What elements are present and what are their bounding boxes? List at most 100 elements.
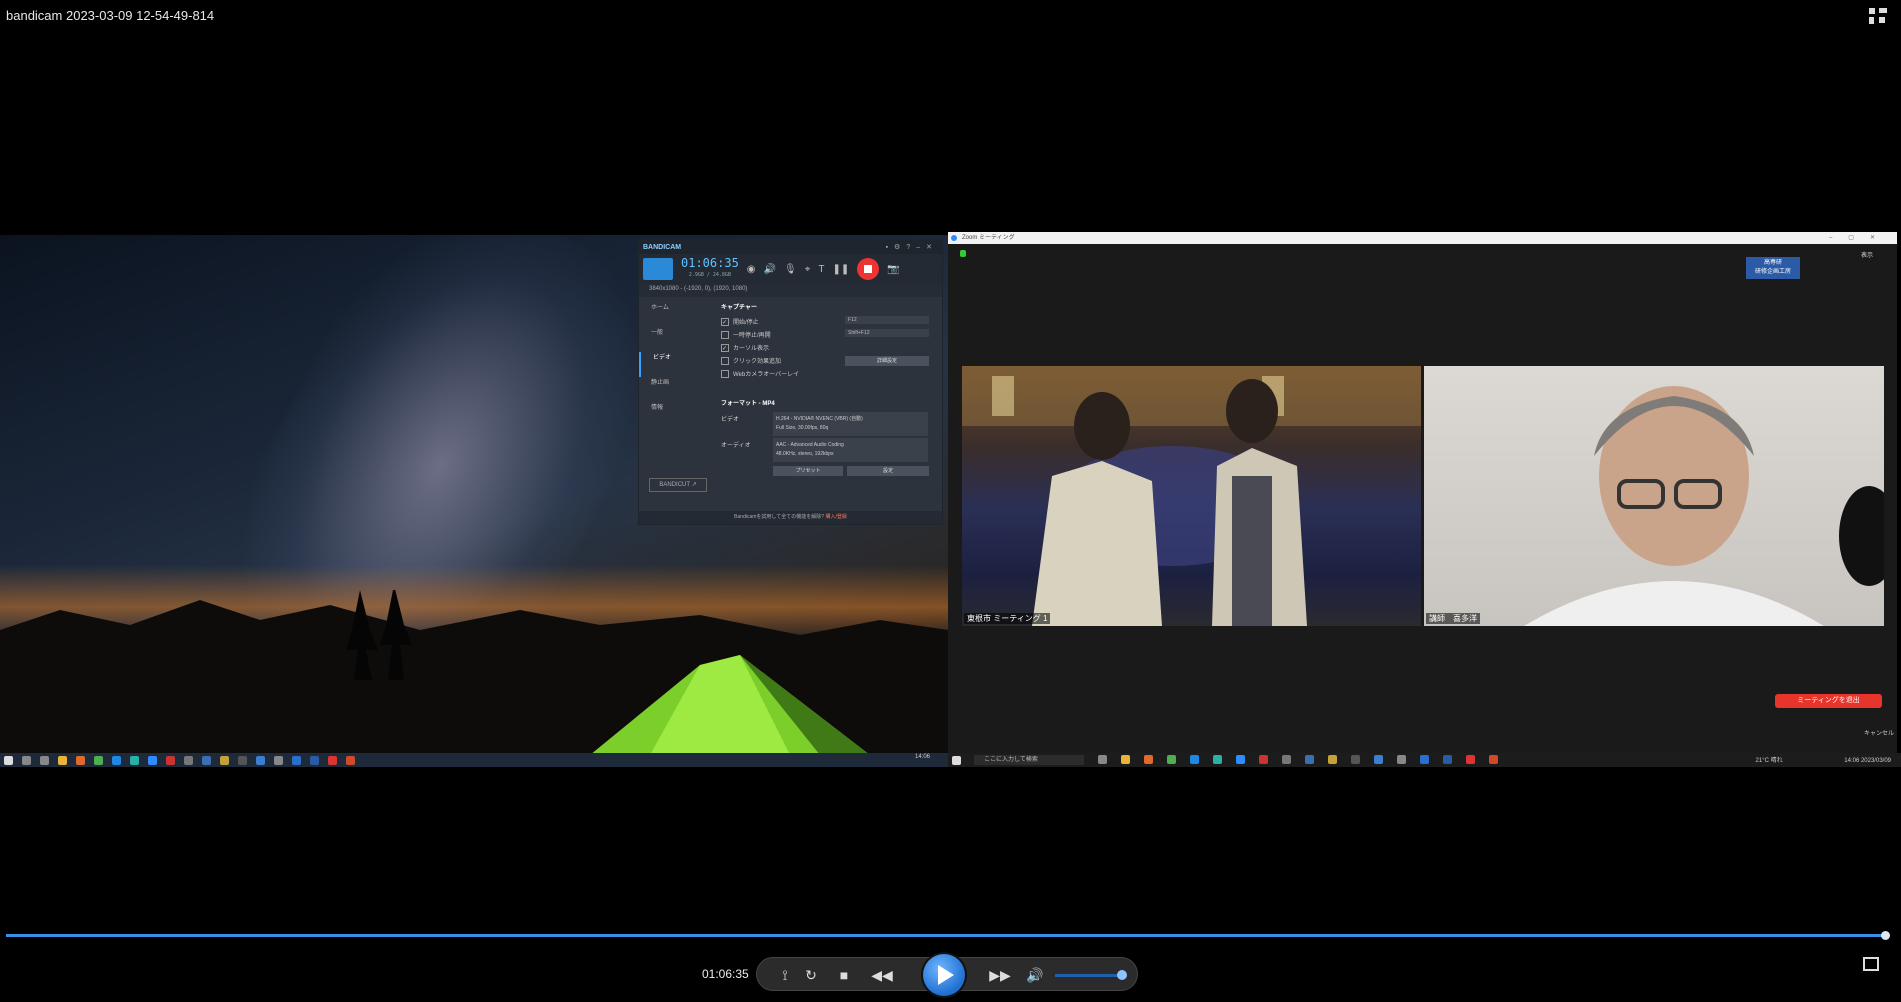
edge-icon[interactable] [130,755,139,765]
skype-icon[interactable] [1190,755,1199,764]
sidebar-item-video[interactable]: ビデオ [639,352,707,377]
powerpoint-icon[interactable] [346,755,355,765]
app-icon[interactable] [1282,755,1291,764]
exit-fullscreen-icon[interactable] [1869,8,1887,24]
app-icon[interactable] [1351,755,1360,764]
acrobat-icon[interactable] [1466,755,1475,764]
mini-player-icon[interactable] [1863,957,1879,971]
volume-knob[interactable] [1117,970,1127,980]
checkbox-checked[interactable]: ✓ [721,343,729,352]
speaker-icon[interactable]: 🔊 [764,264,776,275]
capture-row[interactable]: ✓ カーソル表示 [721,341,935,354]
zoom-icon[interactable] [148,755,157,765]
outlook-icon[interactable] [1420,755,1429,764]
record-icon[interactable] [166,755,175,765]
start-icon[interactable] [952,756,961,765]
app-icon[interactable] [238,755,247,765]
chrome-icon[interactable] [94,755,103,765]
folder-icon[interactable] [1121,755,1130,764]
webcam-icon[interactable]: ◉ [747,264,756,275]
folder-icon[interactable] [58,755,67,765]
task-view-icon[interactable] [40,755,49,765]
volume-slider[interactable] [1055,974,1121,977]
purchase-link[interactable]: 購入/登録 [825,514,846,520]
stop-icon[interactable]: ■ [834,965,854,985]
video-tile-participant-1[interactable]: 東根市 ミーティング 1 [962,366,1421,626]
sidebar-item-about[interactable]: 情報 [639,402,707,427]
mail-icon[interactable] [1374,755,1383,764]
rewind-icon[interactable]: ◀◀ [869,965,895,985]
bandicam-sidebar: ホーム 一般 ビデオ 静止画 情報 [639,302,707,502]
tray-clock[interactable]: 14:06 2023/03/09 [1844,758,1891,764]
leave-meeting-button[interactable]: ミーティングを退出 [1775,694,1882,708]
volume-icon[interactable]: 🔊 [1025,965,1045,985]
advanced-settings-button[interactable]: 詳細設定 [845,356,929,366]
speaker-video [1524,386,1884,626]
zoom-icon[interactable] [1236,755,1245,764]
participant-name-label: 東根市 ミーティング 1 [964,613,1051,624]
stop-record-button[interactable] [857,258,880,280]
record-icon[interactable] [1259,755,1268,764]
acrobat-icon[interactable] [328,755,337,765]
pause-icon[interactable]: ❚❚ [832,264,849,275]
word-icon[interactable] [310,755,319,765]
checkbox-checked[interactable]: ✓ [721,317,729,326]
video-frame[interactable]: BANDICAM ▪⚙?–✕ 01:06:35 2.9GB / 24.8GB ◉… [0,232,1901,772]
hotkey-field-pause[interactable]: Shift+F12 [845,329,929,337]
camera-icon[interactable] [1397,755,1406,764]
format-settings-button[interactable]: 設定 [847,466,929,476]
fast-forward-icon[interactable]: ▶▶ [987,965,1013,985]
word-icon[interactable] [1443,755,1452,764]
seek-bar[interactable] [6,931,1890,940]
capture-row[interactable]: Webカメラオーバーレイ [721,367,935,380]
ab-repeat-icon[interactable]: ⟟ [775,965,795,985]
app-icon[interactable] [202,755,211,765]
encryption-shield-icon[interactable] [960,250,966,257]
outlook-icon[interactable] [292,755,301,765]
bandicut-button[interactable]: BANDICUT ↗ [649,478,707,492]
hotkey-field-start[interactable]: F12 [845,316,929,324]
search-icon[interactable] [22,755,31,765]
app-icon[interactable] [1328,755,1337,764]
sidebar-item-home[interactable]: ホーム [639,302,707,327]
start-icon[interactable] [4,755,13,765]
capture-row-label: 一時停止/再開 [733,333,771,339]
checkbox[interactable] [721,369,729,378]
app-icon[interactable] [1305,755,1314,764]
sidebar-item-image[interactable]: 静止画 [639,377,707,402]
checkbox[interactable] [721,356,729,365]
firefox-icon[interactable] [76,755,85,765]
screen-capture-mode-button[interactable] [643,258,673,280]
view-button[interactable]: 表示 [1861,250,1873,259]
camera-icon[interactable] [274,755,283,765]
taskbar-search-input[interactable]: ここに入力して検索 [974,755,1084,765]
zoom-window-controls[interactable]: –▢✕ [1829,232,1891,244]
cancel-button[interactable]: キャンセル [1864,728,1894,737]
firefox-icon[interactable] [1144,755,1153,764]
video-codec: H.264 - NVIDIA® NVENC (VBR) (自動) [776,416,863,422]
app-icon[interactable] [220,755,229,765]
preset-button[interactable]: プリセット [773,466,843,476]
sidebar-item-general[interactable]: 一般 [639,327,707,352]
task-view-icon[interactable] [1098,755,1107,764]
app-icon[interactable] [184,755,193,765]
chrome-icon[interactable] [1167,755,1176,764]
play-button[interactable] [923,954,965,996]
mail-icon[interactable] [256,755,265,765]
video-tile-participant-2[interactable]: 講師 喜多洋 [1424,366,1884,626]
weather-status[interactable]: 21°C 晴れ [1756,758,1783,764]
video-format-box[interactable]: H.264 - NVIDIA® NVENC (VBR) (自動) Full Si… [773,412,928,436]
bandicam-window-controls[interactable]: ▪⚙?–✕ [886,243,938,251]
checkbox[interactable] [721,330,729,339]
camera-icon[interactable]: 📷 [887,264,899,275]
edge-icon[interactable] [1213,755,1222,764]
mouse-icon[interactable]: ⌖ [805,264,811,275]
right-taskbar: ここに入力して検索 21°C 晴れ 14:06 2023/03/09 [948,753,1901,767]
text-icon[interactable]: T [818,264,824,275]
audio-format-box[interactable]: AAC - Advanced Audio Coding 48.0KHz, ste… [773,438,928,462]
powerpoint-icon[interactable] [1489,755,1498,764]
microphone-icon[interactable]: 🎙 [784,264,797,275]
capture-area-mode[interactable]: 3840x1080 - (-1920, 0), (1920, 1080) [639,284,942,297]
repeat-icon[interactable]: ↻ [801,965,821,985]
skype-icon[interactable] [112,755,121,765]
